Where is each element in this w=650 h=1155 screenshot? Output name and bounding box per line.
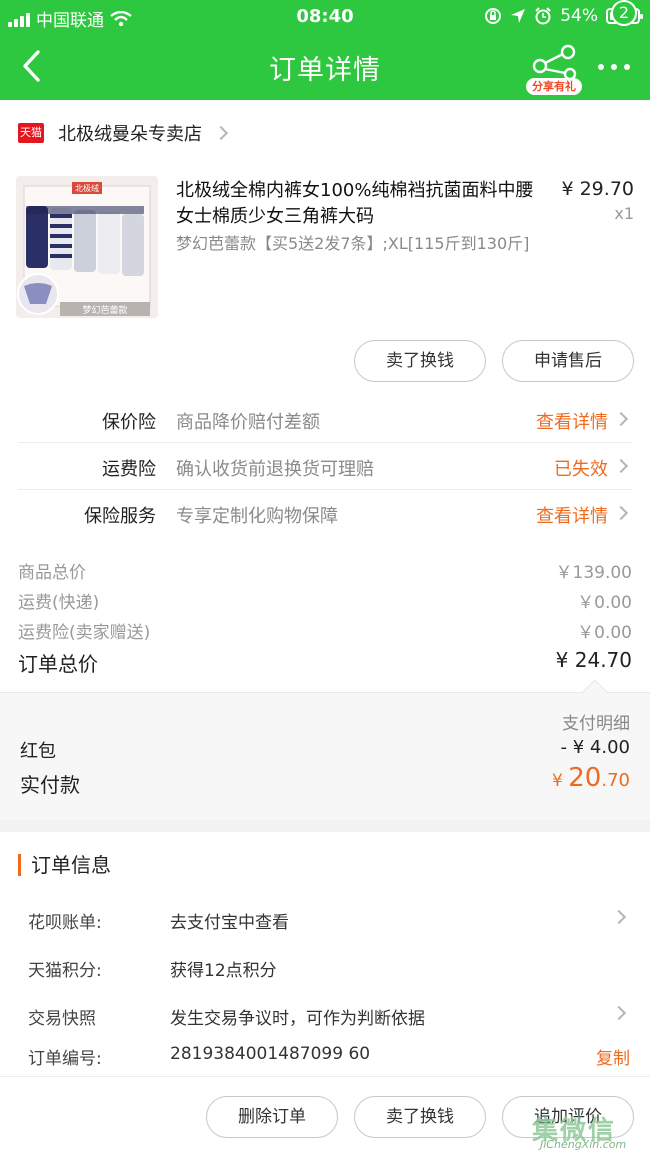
order-card: 天猫 北极绒曼朵专卖店 梦幻芭蕾款 北极绒 北极绒全棉内裤女100%纯棉裆抗菌面… [0,100,650,820]
product-quantity: x1 [614,204,634,223]
insurance-desc: 确认收货前退换货可理赔 [176,459,374,480]
resell-button[interactable]: 卖了换钱 [354,340,486,382]
info-label: 订单编号: [28,1049,102,1069]
paid-decimal: .70 [601,770,630,791]
order-total-label: 订单总价 [18,652,98,676]
tmall-badge: 天猫 [18,123,44,143]
red-packet-value: - ¥ 4.00 [560,737,630,758]
goods-total-label: 商品总价 [18,563,86,583]
nav-bar: 订单详情 分享有礼 [0,34,650,100]
rotation-lock-icon [485,8,502,24]
svg-text:梦幻芭蕾款: 梦幻芭蕾款 [82,304,127,316]
info-label: 天猫积分: [28,961,102,981]
info-value: 去支付宝中查看 [170,913,289,933]
insurance-status[interactable]: 已失效 [554,455,608,481]
insurance-action[interactable]: 查看详情 [536,408,608,434]
info-label: 花呗账单: [28,913,102,933]
insurance-row-price[interactable]: 保价险 商品降价赔付差额 查看详情 [18,396,632,443]
chevron-right-icon [611,1005,627,1021]
store-name: 北极绒曼朵专卖店 [58,124,202,145]
info-label: 交易快照 [28,1009,96,1029]
after-sale-button[interactable]: 申请售后 [502,340,634,382]
notification-badge: 2 [611,0,637,26]
resell-bottom-button[interactable]: 卖了换钱 [354,1096,486,1138]
share-button[interactable]: 分享有礼 [526,40,584,96]
share-icon [532,44,577,80]
chevron-right-icon [613,505,629,521]
info-value: 发生交易争议时，可作为判断依据 [170,1009,425,1029]
battery-percent: 54% [560,6,598,26]
delete-order-button[interactable]: 删除订单 [206,1096,338,1138]
chevron-right-icon [611,909,627,925]
product-name[interactable]: 北极绒全棉内裤女100%纯棉裆抗菌面料中腰女士棉质少女三角裤大码 [176,178,546,230]
order-number: 2819384001487099 60 [170,1044,371,1064]
insurance-label: 保价险 [102,412,156,433]
goods-total-row: 商品总价 ￥139.00 [18,558,632,583]
chevron-right-icon [213,125,229,141]
insurance-action[interactable]: 查看详情 [536,502,608,528]
payment-detail: 支付明细 红包 - ¥ 4.00 实付款 ¥ 20.70 [0,679,650,820]
paid-integer: 20 [568,763,602,793]
svg-text:北极绒: 北极绒 [75,183,99,193]
app-header: 中国联通 08:40 54% 订单详情 分享有礼 2 [0,0,650,100]
product-thumbnail[interactable]: 梦幻芭蕾款 北极绒 [16,176,158,318]
shipping-row: 运费(快递) ￥0.00 [18,588,632,613]
insurance-row-shipping[interactable]: 运费险 确认收货前退换货可理赔 已失效 [18,443,632,490]
red-packet-label: 红包 [20,741,56,762]
alarm-icon [535,7,551,25]
product-spec: 梦幻芭蕾款【买5送2发7条】;XL[115斤到130斤] [176,234,530,253]
location-icon [511,9,526,23]
goods-total-value: ￥139.00 [555,563,632,583]
copy-button[interactable]: 复制 [596,1044,630,1069]
more-menu-button[interactable] [598,64,630,74]
shipping-insurance-value: ￥0.00 [577,623,632,643]
paid-currency: ¥ [552,771,569,791]
shipping-insurance-label: 运费险(卖家赠送) [18,623,151,643]
payment-detail-label: 支付明细 [562,714,630,734]
insurance-label: 保险服务 [84,506,156,527]
shipping-label: 运费(快递) [18,593,100,613]
store-link[interactable]: 天猫 北极绒曼朵专卖店 [18,120,229,146]
insurance-label: 运费险 [102,459,156,480]
order-total-row: 订单总价 ¥ 24.70 [18,648,632,677]
paid-amount: ¥ 20.70 [552,763,630,793]
shipping-insurance-row: 运费险(卖家赠送) ￥0.00 [18,618,632,643]
info-value: 获得12点积分 [170,961,277,981]
watermark-url: JiChengXin.com [540,1138,627,1151]
order-total-value: ¥ 24.70 [555,648,632,672]
paid-label: 实付款 [20,773,80,797]
chevron-right-icon [613,458,629,474]
insurance-desc: 专享定制化购物保障 [176,506,338,527]
insurance-desc: 商品降价赔付差额 [176,412,320,433]
order-info-title: 订单信息 [18,854,111,876]
insurance-row-service[interactable]: 保险服务 专享定制化购物保障 查看详情 [18,490,632,537]
product-price: ¥ 29.70 [561,178,634,200]
chevron-right-icon [613,411,629,427]
product-image: 梦幻芭蕾款 北极绒 [16,176,158,318]
status-bar: 中国联通 08:40 54% [0,0,650,34]
share-label: 分享有礼 [526,78,582,95]
shipping-value: ￥0.00 [577,593,632,613]
watermark-logo: 集微信 JiChengXin.com [532,1104,648,1154]
